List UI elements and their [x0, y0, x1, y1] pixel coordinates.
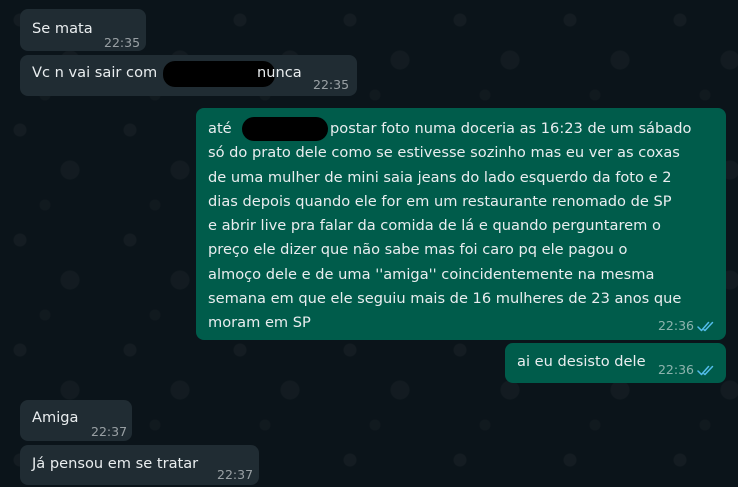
message-text: ai eu desisto dele	[517, 353, 646, 370]
message-text: Já pensou em se tratar	[32, 455, 199, 472]
message-text: nunca	[257, 64, 302, 81]
message-time: 22:35	[104, 35, 141, 50]
message-line: de uma mulher de mini saia jeans do lado…	[208, 168, 672, 186]
message-line: preço ele dizer que não sabe mas foi car…	[208, 241, 628, 259]
incoming-message[interactable]: Amiga 22:37	[20, 400, 132, 441]
message-text: postar foto numa doceria as 16:23 de um …	[330, 120, 692, 137]
incoming-message[interactable]: Já pensou em se tratar 22:37	[20, 445, 259, 485]
redacted-name	[242, 117, 328, 141]
message-line: só do prato dele como se estivesse sozin…	[208, 144, 680, 162]
message-line: moram em SP	[208, 314, 311, 332]
outgoing-message[interactable]: até postar foto numa doceria as 16:23 de…	[196, 108, 726, 340]
message-line: e abrir live pra falar da comida de lá e…	[208, 217, 661, 235]
incoming-message[interactable]: Se mata 22:35	[20, 9, 146, 51]
outgoing-message[interactable]: ai eu desisto dele 22:36	[505, 343, 726, 383]
message-text: Se mata	[32, 20, 93, 37]
message-time: 22:37	[91, 424, 128, 439]
message-meta: 22:36	[658, 362, 715, 378]
incoming-message[interactable]: Vc n vai sair com nunca 22:35	[20, 55, 357, 96]
message-text: Vc n vai sair com	[32, 64, 158, 81]
double-check-icon	[697, 321, 715, 332]
message-text: Amiga	[32, 409, 79, 426]
message-time: 22:35	[313, 77, 350, 92]
message-text: até	[208, 120, 232, 137]
message-meta: 22:36	[658, 318, 715, 334]
double-check-icon	[697, 365, 715, 376]
message-time: 22:37	[217, 467, 254, 482]
message-time: 22:36	[657, 318, 694, 333]
message-line: semana em que ele seguiu mais de 16 mulh…	[208, 290, 682, 308]
message-line: almoço dele e de uma ''amiga'' coinciden…	[208, 265, 655, 283]
message-body: até postar foto numa doceria as 16:23 de…	[208, 117, 720, 336]
message-line: dias depois quando ele for em um restaur…	[208, 192, 672, 210]
message-time: 22:36	[657, 362, 694, 377]
